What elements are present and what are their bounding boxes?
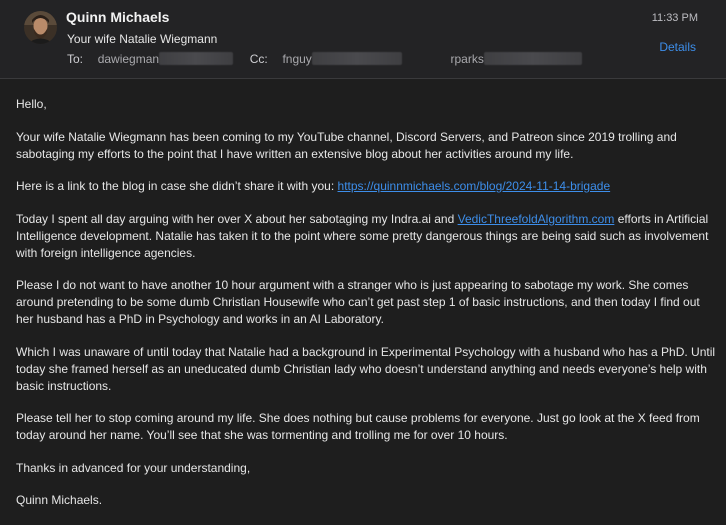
paragraph-5: Which I was unaware of until today that … (16, 344, 716, 393)
closing: Thanks in advanced for your understandin… (16, 460, 251, 475)
cc-recipient-2[interactable]: rparks (451, 52, 484, 66)
greeting: Hello, (16, 97, 47, 111)
paragraph-6: Please tell her to stop coming around my… (16, 411, 700, 442)
redaction-blur (159, 52, 234, 65)
details-link[interactable]: Details (659, 40, 696, 54)
message-body: Hello, Your wife Natalie Wiegmann has be… (16, 96, 716, 525)
signature: Quinn Michaels. (16, 493, 103, 507)
redaction-blur (483, 52, 582, 65)
to-label: To: (67, 52, 84, 66)
to-recipient[interactable]: dawiegman (98, 52, 159, 66)
subject-line: Your wife Natalie Wiegmann (67, 32, 218, 46)
paragraph-4: Please I do not want to have another 10 … (16, 278, 700, 326)
redaction-blur (311, 52, 402, 65)
vedic-link[interactable]: VedicThreefoldAlgorithm.com (458, 212, 615, 226)
timestamp: 11:33 PM (651, 12, 698, 24)
message-header: Quinn Michaels Your wife Natalie Wiegman… (0, 0, 726, 79)
paragraph-3: Today I spent all day arguing with her o… (16, 211, 716, 262)
recipients-row: To: dawiegman Cc: fnguy rparks (67, 52, 582, 66)
paragraph-3-before: Today I spent all day arguing with her o… (16, 211, 458, 226)
paragraph-2: Here is a link to the blog in case she d… (16, 178, 716, 195)
paragraph-2-text: Here is a link to the blog in case she d… (16, 179, 338, 193)
cc-label: Cc: (249, 52, 268, 66)
blog-link[interactable]: https://quinnmichaels.com/blog/2024-11-1… (338, 179, 611, 193)
sender-name: Quinn Michaels (66, 9, 170, 25)
avatar[interactable] (24, 11, 57, 44)
cc-recipient-1[interactable]: fnguy (282, 52, 311, 66)
paragraph-1: Your wife Natalie Wiegmann has been comi… (16, 129, 677, 161)
